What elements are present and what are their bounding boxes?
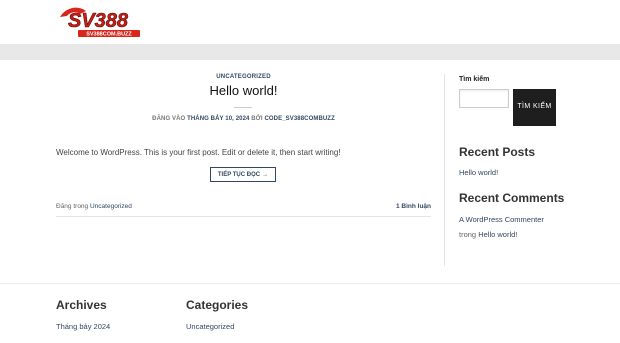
post-footer: Đăng trong Uncategorized 1 Bình luận [56, 203, 431, 210]
posted-category-link[interactable]: Uncategorized [90, 203, 132, 210]
post-date[interactable]: THÁNG BẢY 10, 2024 [187, 116, 249, 122]
search-label: Tìm kiếm [459, 76, 490, 83]
comment-post-link[interactable]: Hello world! [478, 230, 517, 239]
recent-post-link[interactable]: Hello world! [459, 168, 498, 177]
post-separator [56, 216, 431, 217]
comment-label: Bình luận [401, 203, 431, 210]
sidebar-divider [444, 74, 445, 266]
posted-in-label: Đăng trong [56, 203, 89, 210]
categories-title: Categories [186, 298, 249, 312]
read-more-button[interactable]: TIẾP TỤC ĐỌC → [210, 167, 276, 182]
arrow-right-icon: → [262, 171, 269, 178]
logo-subtext: SV388COM.BUZZ [86, 32, 132, 38]
footer-widgets: Archives Tháng bảy 2024 Categories Uncat… [0, 283, 620, 343]
archive-link[interactable]: Tháng bảy 2024 [56, 322, 110, 331]
read-more-label: TIẾP TỤC ĐỌC [217, 171, 261, 178]
meta-by: BỞI [251, 116, 263, 122]
recent-comments-title: Recent Comments [459, 191, 565, 205]
comment-on-label: trong [459, 230, 477, 239]
nav-bar [0, 44, 620, 60]
comments-link[interactable]: 1 Bình luận [396, 203, 431, 210]
title-divider [234, 107, 252, 108]
logo-text: SV388 [68, 10, 129, 32]
search-button[interactable]: TÌM KIẾM [513, 89, 556, 126]
category-link[interactable]: Uncategorized [186, 322, 234, 331]
post-title[interactable]: Hello world! [56, 83, 431, 98]
post-excerpt: Welcome to WordPress. This is your first… [56, 148, 341, 157]
recent-posts-title: Recent Posts [459, 145, 536, 159]
post-author[interactable]: CODE_SV388COMBUZZ [264, 116, 334, 122]
post-meta: ĐĂNG VÀO THÁNG BẢY 10, 2024 BỞI CODE_SV3… [56, 116, 431, 122]
meta-prefix: ĐĂNG VÀO [152, 116, 186, 122]
site-header: SV388 SV388COM.BUZZ [0, 0, 620, 44]
archives-title: Archives [56, 298, 107, 312]
comment-author-link[interactable]: A WordPress Commenter [459, 215, 544, 224]
comment-context: trong Hello world! [459, 230, 517, 239]
comment-count: 1 [395, 203, 400, 210]
search-input[interactable] [459, 89, 509, 108]
post-category[interactable]: UNCATEGORIZED [56, 74, 431, 80]
site-logo[interactable]: SV388 SV388COM.BUZZ [58, 5, 154, 39]
